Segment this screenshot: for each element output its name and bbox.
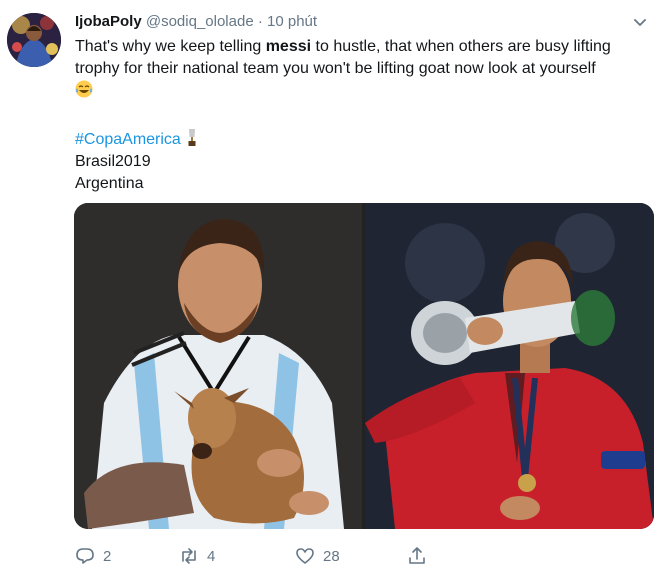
tweet-text-bold: messi — [265, 38, 312, 55]
retweet-button[interactable]: 4 — [179, 546, 215, 566]
media-image-left[interactable] — [74, 203, 362, 529]
heart-icon — [296, 548, 314, 564]
avatar[interactable] — [7, 13, 61, 67]
share-icon — [409, 547, 425, 564]
separator-dot: · — [257, 13, 263, 30]
user-handle[interactable]: @sodiq_ololade — [146, 13, 254, 30]
tweet-text: That's why we keep telling messi to hust… — [75, 36, 647, 102]
timestamp[interactable]: 10 phút — [267, 13, 317, 30]
text-line-argentina: Argentina — [75, 175, 144, 192]
text-line-brasil: Brasil2019 — [75, 153, 151, 170]
crying-laughing-emoji-icon — [75, 80, 93, 98]
display-name[interactable]: IjobaPoly — [75, 13, 142, 30]
share-button[interactable] — [407, 546, 427, 566]
retweet-count: 4 — [207, 547, 216, 565]
retweet-icon — [182, 548, 196, 564]
tweet-header: IjobaPoly @sodiq_ololade · 10 phút — [75, 12, 317, 32]
reply-icon — [76, 548, 94, 564]
trophy-icon — [188, 129, 196, 146]
like-button[interactable]: 28 — [295, 546, 340, 566]
tweet[interactable]: IjobaPoly @sodiq_ololade · 10 phút That'… — [0, 0, 660, 576]
like-count: 28 — [323, 547, 340, 565]
hashtag-link[interactable]: #CopaAmerica — [75, 131, 181, 148]
tweet-actions: 2 4 28 — [75, 546, 475, 570]
media-grid[interactable] — [74, 203, 654, 529]
reply-button[interactable]: 2 — [75, 546, 111, 566]
reply-count: 2 — [103, 547, 112, 565]
media-image-right[interactable] — [365, 203, 654, 529]
chevron-down-icon[interactable] — [632, 14, 648, 30]
tweet-extra-lines: #CopaAmerica Brasil2019 Argentina — [75, 127, 198, 195]
tweet-text-part1: That's why we keep telling — [75, 38, 266, 55]
